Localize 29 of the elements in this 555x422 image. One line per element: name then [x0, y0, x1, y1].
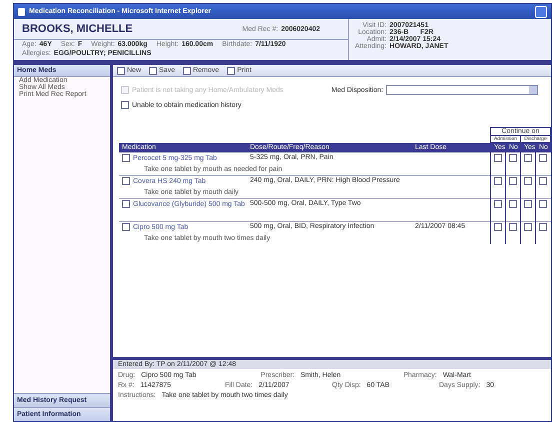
checkbox[interactable]: [508, 200, 517, 208]
checkbox[interactable]: [121, 101, 129, 109]
toolbar-icon: [182, 66, 191, 74]
checkbox[interactable]: [122, 154, 130, 162]
checkbox[interactable]: [494, 177, 502, 185]
checkbox[interactable]: [508, 223, 517, 231]
window-control-icon[interactable]: [535, 6, 547, 18]
checkbox[interactable]: [494, 223, 502, 231]
checkbox[interactable]: [122, 223, 130, 231]
checkbox[interactable]: [539, 200, 548, 208]
checkbox[interactable]: [524, 177, 532, 185]
checkbox[interactable]: [524, 154, 532, 162]
toolbar-icon: [149, 66, 158, 74]
toolbar-icon: [117, 66, 125, 74]
checkbox[interactable]: [524, 200, 532, 208]
checkbox[interactable]: [494, 154, 502, 162]
toolbar-icon: [227, 66, 236, 74]
disposition-dropdown[interactable]: [386, 85, 538, 95]
checkbox[interactable]: [539, 154, 548, 162]
checkbox[interactable]: [508, 154, 517, 162]
checkbox[interactable]: [539, 177, 548, 185]
checkbox[interactable]: [122, 200, 130, 208]
patient-name: BROOKS, MICHELLE: [22, 23, 133, 35]
checkbox[interactable]: [539, 223, 548, 231]
checkbox[interactable]: [524, 223, 532, 231]
window-icon: [18, 8, 25, 16]
checkbox[interactable]: [494, 200, 502, 208]
checkbox[interactable]: [122, 177, 130, 185]
checkbox[interactable]: [508, 177, 517, 185]
